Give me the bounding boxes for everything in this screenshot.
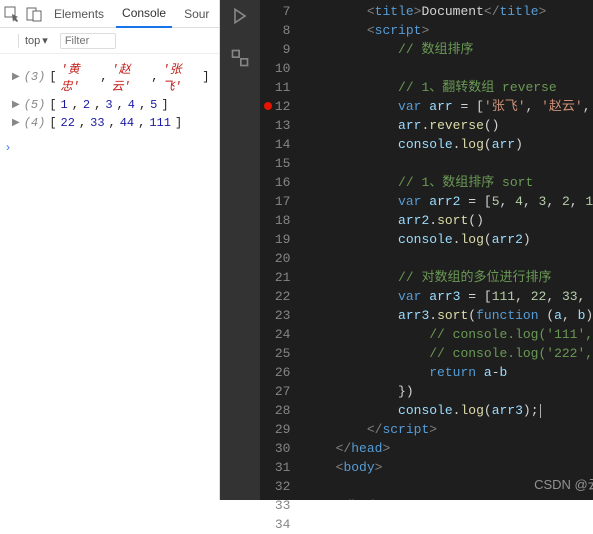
- line-number[interactable]: 20: [260, 249, 290, 268]
- line-number[interactable]: 16: [260, 173, 290, 192]
- line-number[interactable]: 27: [260, 382, 290, 401]
- array-length: (3): [24, 70, 46, 84]
- console-row[interactable]: ▶(5)[1, 2, 3, 4, 5]: [4, 96, 215, 114]
- code-line[interactable]: console.log(arr): [304, 135, 593, 154]
- line-number[interactable]: 13: [260, 116, 290, 135]
- line-number[interactable]: 19: [260, 230, 290, 249]
- separator: [18, 34, 19, 48]
- activity-bar: [220, 0, 260, 500]
- console-row[interactable]: ▶(3)['黄忠', '赵云', '张飞']: [4, 58, 215, 96]
- console-prompt[interactable]: ›: [0, 136, 219, 158]
- line-number[interactable]: 8: [260, 21, 290, 40]
- line-number[interactable]: 7: [260, 2, 290, 21]
- code-line[interactable]: [304, 59, 593, 78]
- code-line[interactable]: arr2.sort(): [304, 211, 593, 230]
- code-line[interactable]: <title>Document</title>: [304, 2, 593, 21]
- code-line[interactable]: // 数组排序: [304, 40, 593, 59]
- line-number[interactable]: 34: [260, 515, 290, 534]
- line-number[interactable]: 10: [260, 59, 290, 78]
- code-line[interactable]: return a-b: [304, 363, 593, 382]
- line-number[interactable]: 9: [260, 40, 290, 59]
- console-output: ▶(3)['黄忠', '赵云', '张飞']▶(5)[1, 2, 3, 4, 5…: [0, 54, 219, 136]
- line-gutter[interactable]: 7891011121314151617181920212223242526272…: [260, 0, 300, 500]
- code-editor: 7891011121314151617181920212223242526272…: [220, 0, 593, 500]
- code-line[interactable]: // 对数组的多位进行排序: [304, 268, 593, 287]
- code-line[interactable]: </body>: [304, 496, 593, 500]
- chevron-down-icon: ▾: [42, 34, 48, 47]
- run-icon[interactable]: [230, 6, 250, 32]
- line-number[interactable]: 32: [260, 477, 290, 496]
- code-area[interactable]: <title>Document</title> <script> // 数组排序…: [300, 0, 593, 500]
- text-cursor: [540, 404, 541, 418]
- inspect-icon[interactable]: [4, 6, 20, 22]
- devtools-panel: Elements Console Sour top ▾ ▶(3)['黄忠', '…: [0, 0, 220, 500]
- code-line[interactable]: console.log(arr2): [304, 230, 593, 249]
- console-row[interactable]: ▶(4)[22, 33, 44, 111]: [4, 114, 215, 132]
- code-line[interactable]: }): [304, 382, 593, 401]
- expand-icon[interactable]: ▶: [12, 99, 20, 111]
- line-number[interactable]: 25: [260, 344, 290, 363]
- line-number[interactable]: 17: [260, 192, 290, 211]
- line-number[interactable]: 18: [260, 211, 290, 230]
- line-number[interactable]: 15: [260, 154, 290, 173]
- array-length: (4): [24, 116, 46, 130]
- code-line[interactable]: arr.reverse(): [304, 116, 593, 135]
- expand-icon[interactable]: ▶: [12, 71, 20, 83]
- line-number[interactable]: 26: [260, 363, 290, 382]
- array-length: (5): [24, 98, 46, 112]
- code-line[interactable]: var arr3 = [111, 22, 33, 44]: [304, 287, 593, 306]
- line-number[interactable]: 21: [260, 268, 290, 287]
- code-line[interactable]: arr3.sort(function (a, b) {: [304, 306, 593, 325]
- line-number[interactable]: 24: [260, 325, 290, 344]
- code-line[interactable]: // console.log('222', b): [304, 344, 593, 363]
- context-dropdown[interactable]: top ▾: [25, 34, 48, 47]
- split-icon[interactable]: [230, 48, 250, 74]
- code-line[interactable]: // 1、翻转数组 reverse: [304, 78, 593, 97]
- devtools-tabbar: Elements Console Sour: [0, 0, 219, 28]
- tab-elements[interactable]: Elements: [48, 1, 110, 27]
- line-number[interactable]: 31: [260, 458, 290, 477]
- code-line[interactable]: </head>: [304, 439, 593, 458]
- code-line[interactable]: [304, 249, 593, 268]
- line-number[interactable]: 30: [260, 439, 290, 458]
- line-number[interactable]: 11: [260, 78, 290, 97]
- code-line[interactable]: </script>: [304, 420, 593, 439]
- line-number[interactable]: 29: [260, 420, 290, 439]
- code-line[interactable]: // 1、数组排序 sort: [304, 173, 593, 192]
- line-number[interactable]: 23: [260, 306, 290, 325]
- line-number[interactable]: 33: [260, 496, 290, 515]
- tab-sources[interactable]: Sour: [178, 1, 215, 27]
- device-toggle-icon[interactable]: [26, 6, 42, 22]
- expand-icon[interactable]: ▶: [12, 117, 20, 129]
- filter-input[interactable]: [60, 33, 116, 49]
- code-line[interactable]: [304, 154, 593, 173]
- line-number[interactable]: 22: [260, 287, 290, 306]
- line-number[interactable]: 28: [260, 401, 290, 420]
- console-toolbar: top ▾: [0, 28, 219, 54]
- code-line[interactable]: var arr2 = [5, 4, 3, 2, 1]: [304, 192, 593, 211]
- code-line[interactable]: <script>: [304, 21, 593, 40]
- code-line[interactable]: var arr = ['张飞', '赵云', '黄忠']: [304, 97, 593, 116]
- watermark: CSDN @云端源想: [534, 475, 593, 494]
- code-line[interactable]: console.log(arr3);: [304, 401, 593, 420]
- line-number[interactable]: 14: [260, 135, 290, 154]
- tab-console[interactable]: Console: [116, 0, 172, 28]
- code-line[interactable]: // console.log('111', a): [304, 325, 593, 344]
